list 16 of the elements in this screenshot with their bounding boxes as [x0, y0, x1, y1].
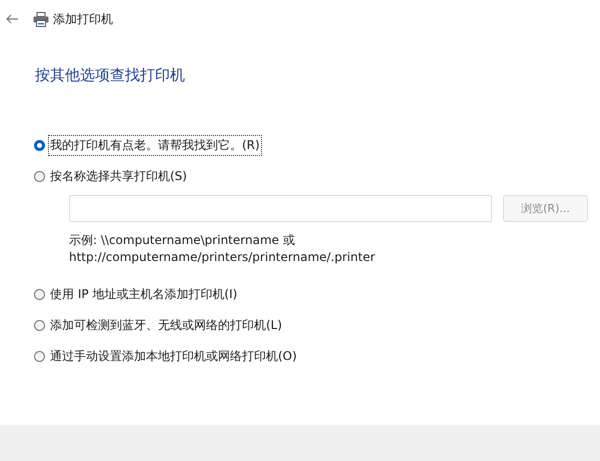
option-label[interactable]: 按名称选择共享打印机(S)	[48, 166, 189, 186]
radio-button[interactable]	[34, 170, 45, 182]
section-heading: 按其他选项查找打印机	[35, 66, 186, 85]
back-arrow-icon[interactable]	[6, 14, 18, 24]
window-title: 添加打印机	[53, 10, 113, 28]
option-label[interactable]: 通过手动设置添加本地打印机或网络打印机(O)	[48, 346, 299, 366]
radio-button[interactable]	[34, 140, 45, 150]
option-label[interactable]: 使用 IP 地址或主机名添加打印机(I)	[48, 284, 240, 304]
example-text: http://computername/printers/printername/.printer	[69, 249, 376, 266]
option-label[interactable]: 我的打印机有点老。请帮我找到它。(R)	[48, 134, 262, 156]
option-label[interactable]: 添加可检测到蓝牙、无线或网络的打印机(L)	[48, 314, 284, 336]
radio-button[interactable]	[34, 320, 45, 330]
printer-icon	[33, 12, 49, 26]
radio-button[interactable]	[34, 350, 45, 362]
example-text: 示例: \\computername\printername 或	[69, 232, 296, 249]
radio-button[interactable]	[34, 288, 45, 300]
